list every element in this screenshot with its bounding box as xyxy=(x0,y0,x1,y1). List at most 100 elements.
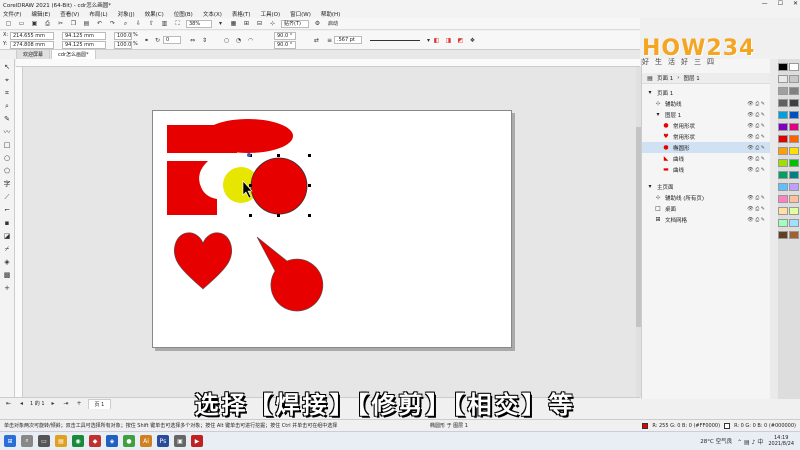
task-view-icon[interactable]: ▭ xyxy=(38,435,50,447)
connector-tool-icon[interactable]: ⌐ xyxy=(2,205,12,215)
node-handle[interactable] xyxy=(247,153,251,157)
mirror-horizontal-icon[interactable]: ⇔ xyxy=(188,36,197,45)
zoom-tool-icon[interactable]: ⌕ xyxy=(2,101,12,111)
tab-document[interactable]: cdr怎么画圆* xyxy=(51,49,96,59)
color-swatch[interactable] xyxy=(778,207,788,215)
docker-layer-tab[interactable]: 图层 1 xyxy=(683,74,699,82)
color-swatch[interactable] xyxy=(789,63,799,71)
menu-help[interactable]: 帮助(H) xyxy=(321,10,340,18)
color-swatch[interactable] xyxy=(789,135,799,143)
eyedropper-tool-icon[interactable]: ⌿ xyxy=(2,244,12,254)
color-swatch[interactable] xyxy=(778,219,788,227)
freehand-tool-icon[interactable]: ✎ xyxy=(2,114,12,124)
color-swatch[interactable] xyxy=(778,147,788,155)
color-swatch[interactable] xyxy=(778,171,788,179)
color-swatch[interactable] xyxy=(778,123,788,131)
y-position-field[interactable]: 274.808 mm xyxy=(10,41,54,49)
shadow-tool-icon[interactable]: ▪ xyxy=(2,218,12,228)
ruler-icon[interactable]: ⊟ xyxy=(255,19,264,28)
menu-text[interactable]: 文本(X) xyxy=(203,10,222,18)
display-mode-icon[interactable]: ▦ xyxy=(229,19,238,28)
interactive-fill-icon[interactable]: ◈ xyxy=(2,257,12,267)
menu-file[interactable]: 文件(F) xyxy=(3,10,21,18)
color-swatch[interactable] xyxy=(789,207,799,215)
visibility-toggle-icon[interactable]: 👁 ⎙ ✎ xyxy=(747,206,765,212)
next-page-icon[interactable]: ▸ xyxy=(49,399,58,408)
menu-edit[interactable]: 编辑(E) xyxy=(31,10,50,18)
transparency-tool-icon[interactable]: ◪ xyxy=(2,231,12,241)
red-callout-shape[interactable] xyxy=(256,236,324,312)
print-icon[interactable]: ⎙ xyxy=(43,19,52,28)
docker-page-tab[interactable]: 页面 1 xyxy=(657,74,673,82)
guides-icon[interactable]: ⊹ xyxy=(268,19,277,28)
color-swatch[interactable] xyxy=(789,75,799,83)
copy-icon[interactable]: ❐ xyxy=(69,19,78,28)
artistic-media-icon[interactable]: 〰 xyxy=(2,127,12,137)
color-swatch[interactable] xyxy=(789,171,799,179)
horizontal-ruler[interactable] xyxy=(16,59,640,67)
smart-fill-icon[interactable]: ▩ xyxy=(2,270,12,280)
color-swatch[interactable] xyxy=(789,87,799,95)
start-angle-field[interactable]: 90.0 ° xyxy=(274,32,296,40)
red-ellipse-shape[interactable] xyxy=(203,119,293,153)
close-button[interactable]: ✕ xyxy=(793,0,798,7)
maximize-button[interactable]: ☐ xyxy=(778,0,783,7)
rotate-icon[interactable]: ↻ xyxy=(153,36,162,45)
red-circle-shape[interactable] xyxy=(250,157,308,215)
page-tab[interactable]: 页 1 xyxy=(87,398,112,409)
new-document-icon[interactable]: ▢ xyxy=(4,19,13,28)
menu-table[interactable]: 表格(T) xyxy=(232,10,251,18)
docker-tree-item[interactable]: ▾ 主页面 xyxy=(642,181,771,192)
docker-tree-item[interactable]: ▾ 图层 1 👁 ⎙ ✎ xyxy=(642,109,771,120)
pdf-icon[interactable]: ▥ xyxy=(160,19,169,28)
color-swatch[interactable] xyxy=(778,75,788,83)
shape-tool-icon[interactable]: ⌖ xyxy=(2,75,12,85)
color-swatch[interactable] xyxy=(778,231,788,239)
export-icon[interactable]: ⇧ xyxy=(147,19,156,28)
docker-tree-item[interactable]: ♥ 常用形状 👁 ⎙ ✎ xyxy=(642,131,771,142)
vertical-ruler[interactable] xyxy=(15,67,23,397)
height-field[interactable]: 94.125 mm xyxy=(62,41,106,49)
app-icon[interactable]: ◆ xyxy=(89,435,101,447)
browser-icon[interactable]: ◉ xyxy=(72,435,84,447)
snap-to-dropdown[interactable]: 贴齐(T) xyxy=(281,19,309,28)
parallel-dimension-icon[interactable]: ⟋ xyxy=(2,192,12,202)
docker-tree-item[interactable]: □ 桌面 👁 ⎙ ✎ xyxy=(642,203,771,214)
end-angle-field[interactable]: 90.0 ° xyxy=(274,41,296,49)
visibility-toggle-icon[interactable]: 👁 ⎙ ✎ xyxy=(747,112,765,118)
ellipse-icon[interactable]: ○ xyxy=(222,36,231,45)
start-icon[interactable]: ⊞ xyxy=(4,435,16,447)
outline-color-swatch[interactable] xyxy=(724,422,731,429)
gear-icon[interactable]: ⚙ xyxy=(313,19,322,28)
docker-tree-item[interactable]: ▬ 曲线 👁 ⎙ ✎ xyxy=(642,164,771,175)
save-icon[interactable]: ▣ xyxy=(30,19,39,28)
docker-tree-item[interactable]: ● 椭圆形 👁 ⎙ ✎ xyxy=(642,142,771,153)
wrap-text-icon[interactable]: ◧ xyxy=(432,36,441,45)
polygon-tool-icon[interactable]: ⬠ xyxy=(2,166,12,176)
width-field[interactable]: 94.125 mm xyxy=(62,32,106,40)
docker-tree-item[interactable]: ▾ 页面 1 xyxy=(642,87,771,98)
visibility-toggle-icon[interactable]: 👁 ⎙ ✎ xyxy=(747,195,765,201)
cut-icon[interactable]: ✂ xyxy=(56,19,65,28)
app-icon-4[interactable]: ▶ xyxy=(191,435,203,447)
app-icon-2[interactable]: ◈ xyxy=(106,435,118,447)
search-taskbar-icon[interactable]: ⌕ xyxy=(21,435,33,447)
pie-icon[interactable]: ◔ xyxy=(234,36,243,45)
rotation-angle-field[interactable]: 0 xyxy=(163,36,181,44)
visibility-toggle-icon[interactable]: 👁 ⎙ ✎ xyxy=(747,145,765,151)
color-swatch[interactable] xyxy=(789,99,799,107)
scale-width-field[interactable]: 100.0 xyxy=(114,32,132,40)
coreldraw-icon[interactable]: ● xyxy=(123,435,135,447)
color-swatch[interactable] xyxy=(789,231,799,239)
color-swatch[interactable] xyxy=(778,111,788,119)
visibility-toggle-icon[interactable]: 👁 ⎙ ✎ xyxy=(747,156,765,162)
color-swatch[interactable] xyxy=(778,159,788,167)
visibility-toggle-icon[interactable]: 👁 ⎙ ✎ xyxy=(747,123,765,129)
lock-ratio-icon[interactable]: ⚭ xyxy=(142,36,151,45)
x-position-field[interactable]: 214.655 mm xyxy=(10,32,54,40)
visibility-toggle-icon[interactable]: 👁 ⎙ ✎ xyxy=(747,101,765,107)
mirror-vertical-icon[interactable]: ⇕ xyxy=(200,36,209,45)
photoshop-icon[interactable]: Ps xyxy=(157,435,169,447)
illustrator-icon[interactable]: Ai xyxy=(140,435,152,447)
color-swatch[interactable] xyxy=(778,87,788,95)
